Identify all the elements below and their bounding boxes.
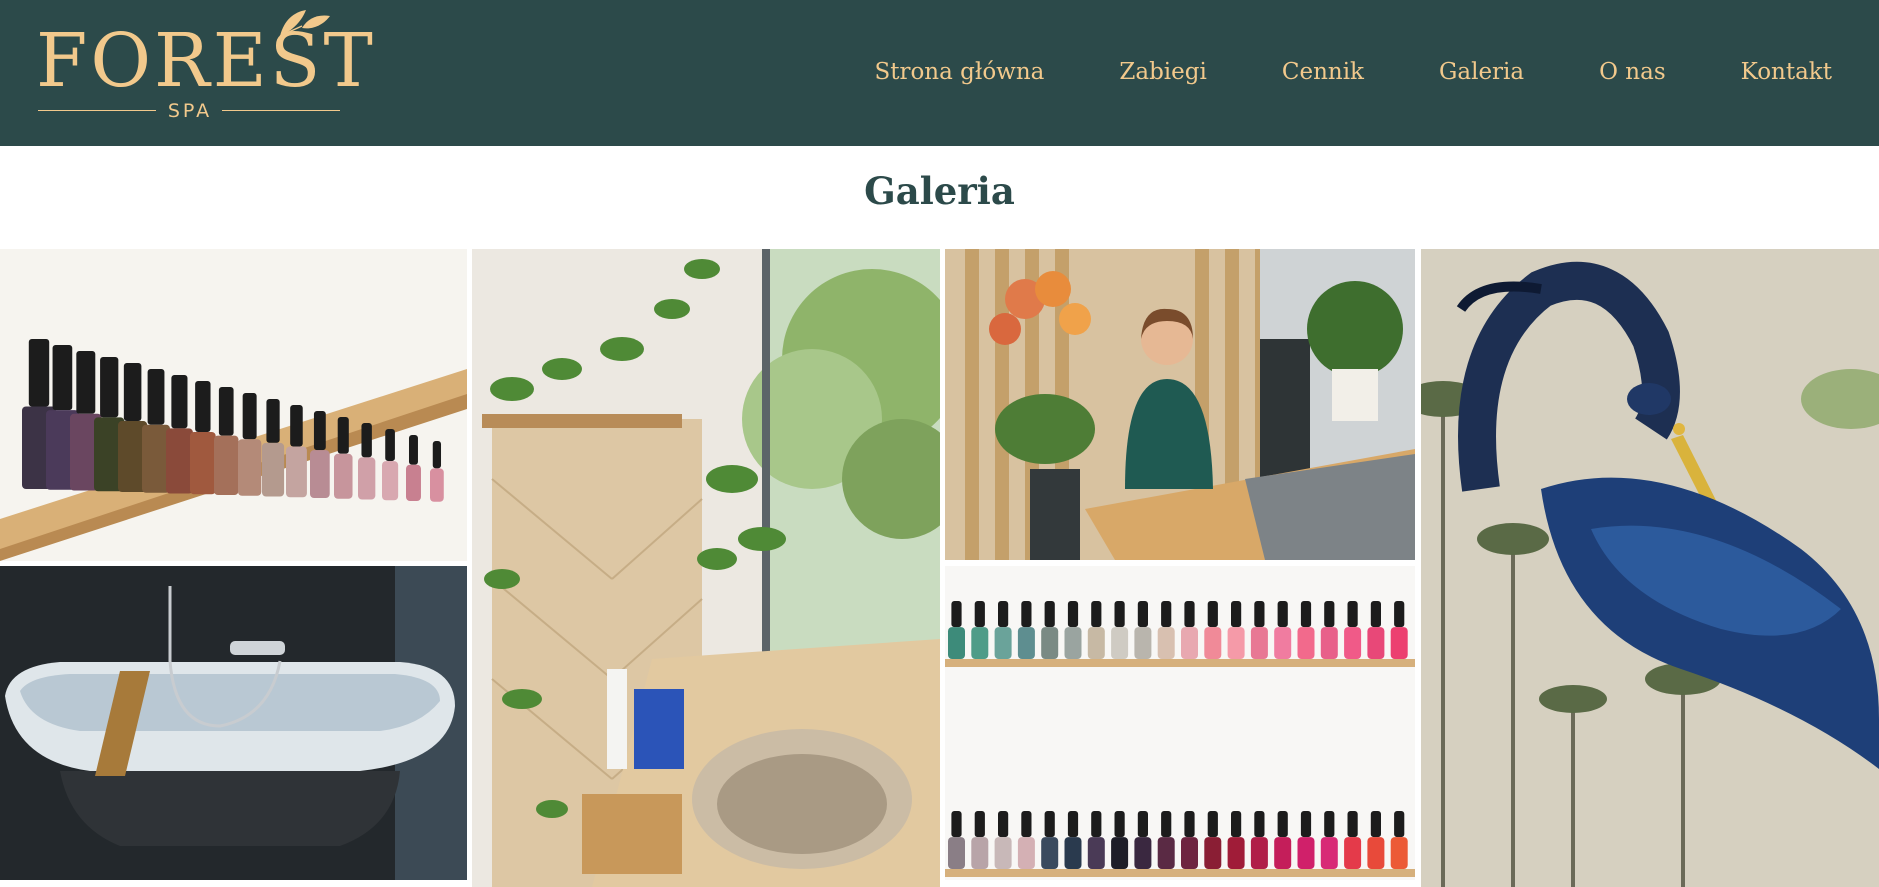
gallery-photo-reception[interactable]	[945, 249, 1415, 560]
forest-spa-logo[interactable]: FOREST SPA	[36, 6, 373, 124]
logo-rule-right	[222, 110, 340, 111]
logo-subtitle: SPA	[167, 100, 213, 122]
page-title: Galeria	[864, 169, 1015, 213]
nav-prices[interactable]: Cennik	[1282, 52, 1364, 92]
site-header: FOREST SPA Strona główna Zabiegi Cennik …	[0, 0, 1879, 146]
nav-gallery[interactable]: Galeria	[1439, 52, 1524, 92]
leaf-icon	[279, 10, 330, 37]
gallery-photo-nail-polish-shelf[interactable]	[0, 249, 467, 561]
nav-home[interactable]: Strona główna	[874, 52, 1044, 92]
nav-contact[interactable]: Kontakt	[1741, 52, 1832, 92]
gallery-photo-polish-display[interactable]	[945, 566, 1415, 880]
gallery-photo-bathtub[interactable]	[0, 566, 467, 880]
gallery-photo-heron-mural[interactable]	[1421, 249, 1879, 887]
logo-rule-left	[38, 110, 156, 111]
nav-about[interactable]: O nas	[1599, 52, 1666, 92]
nav-treatments[interactable]: Zabiegi	[1119, 52, 1206, 92]
main-nav: Strona główna Zabiegi Cennik Galeria O n…	[799, 52, 1832, 92]
gallery-photo-washbasin[interactable]	[472, 249, 940, 887]
